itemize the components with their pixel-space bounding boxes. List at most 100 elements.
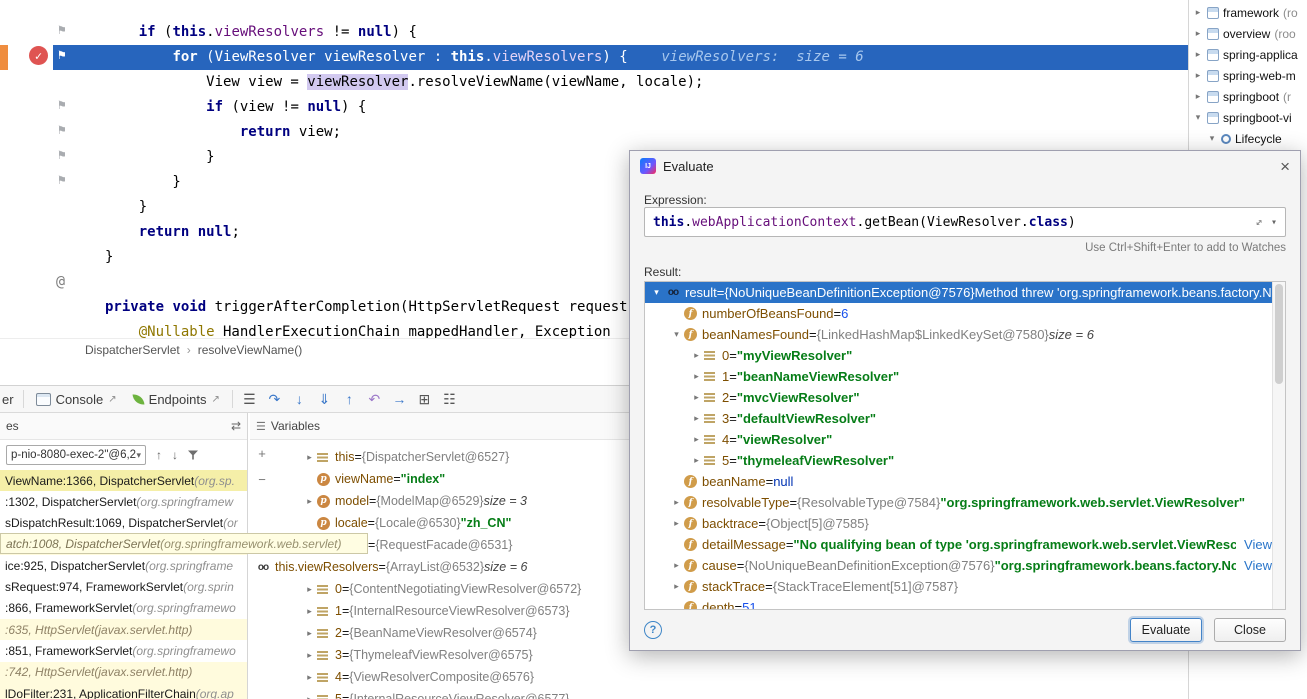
expander-icon[interactable]: ▸ [689,371,704,382]
tab-debugger-cut[interactable]: er [0,392,19,407]
expander-icon[interactable]: ▸ [302,584,317,595]
hide-frames-icon[interactable] [188,450,198,460]
variable-row[interactable]: ▸4 = {ViewResolverComposite@6576} [250,666,1188,688]
frame-row[interactable]: sDispatchResult:1069, DispatcherServlet … [0,513,247,534]
frame-row[interactable]: lDoFilter:231, ApplicationFilterChain (o… [0,683,247,699]
result-row[interactable]: fdetailMessage = "No qualifying bean of … [645,534,1285,555]
code-line[interactable]: if (view != null) { [0,95,1188,120]
step-out-icon[interactable]: ↑ [337,391,362,407]
variable-row[interactable]: ▸5 = {InternalResourceViewResolver@6577} [250,688,1188,699]
expand-expression-icon[interactable]: ↕ [1252,214,1267,229]
force-step-into-icon[interactable]: ⇓ [312,391,337,408]
expander-icon[interactable]: ▸ [689,350,704,361]
chevron-icon[interactable]: ▸ [1193,28,1203,39]
result-row[interactable]: ▾fbeanNamesFound = {LinkedHashMap$Linked… [645,324,1285,345]
view-link[interactable]: View [1244,558,1272,573]
frame-row[interactable]: ice:925, DispatcherServlet (org.springfr… [0,555,247,576]
previous-frame-icon[interactable]: ↑ [156,448,162,462]
project-item[interactable]: ▾Lifecycle [1189,128,1307,149]
dialog-titlebar[interactable]: IJ Evaluate × [630,151,1300,181]
tab-endpoints[interactable]: Endpoints ↗ [125,386,228,412]
code-line[interactable]: for (ViewResolver viewResolver : this.vi… [0,45,1188,70]
code-line[interactable]: return view; [0,120,1188,145]
close-button[interactable]: Close [1214,618,1286,642]
result-row[interactable]: ▾ooresult = {NoUniqueBeanDefinitionExcep… [645,282,1285,303]
project-item[interactable]: ▸spring-applica [1189,44,1307,65]
result-row[interactable]: ▸0 = "myViewResolver" [645,345,1285,366]
expander-icon[interactable]: ▸ [669,581,684,592]
frame-row[interactable]: :635, HttpServlet (javax.servlet.http) [0,619,247,640]
next-frame-icon[interactable]: ↓ [172,448,178,462]
expander-icon[interactable]: ▾ [669,329,684,340]
expander-icon[interactable]: ▸ [302,606,317,617]
frame-row[interactable]: ViewName:1366, DispatcherServlet (org.sp… [0,470,247,491]
frame-row[interactable]: :851, FrameworkServlet (org.springframew… [0,640,247,661]
result-row[interactable]: ▸4 = "viewResolver" [645,429,1285,450]
frame-row[interactable]: :1302, DispatcherServlet (org.springfram… [0,491,247,512]
chevron-icon[interactable]: ▸ [1193,49,1203,60]
threads-view-icon[interactable]: ⇄ [231,419,241,433]
code-token: ) { [341,99,366,115]
expander-icon[interactable]: ▸ [689,434,704,445]
code-line[interactable]: View view = viewResolver.resolveViewName… [0,70,1188,95]
result-scrollbar[interactable] [1272,282,1285,609]
frame-row-expanded-overlay[interactable]: atch:1008, DispatcherServlet (org.spring… [0,533,368,554]
result-row[interactable]: ▸fstackTrace = {StackTraceElement[51]@75… [645,576,1285,597]
result-row[interactable]: ▸2 = "mvcViewResolver" [645,387,1285,408]
chevron-icon[interactable]: ▾ [1193,112,1203,123]
expander-icon[interactable]: ▸ [689,392,704,403]
expander-icon[interactable]: ▸ [302,694,317,699]
project-item[interactable]: ▾springboot-vi [1189,107,1307,128]
result-row[interactable]: ▸fbacktrace = {Object[5]@7585} [645,513,1285,534]
frame-row[interactable]: :742, HttpServlet (javax.servlet.http) [0,662,247,683]
project-item[interactable]: ▸spring-web-m [1189,65,1307,86]
breadcrumb-item[interactable]: DispatcherServlet [85,343,180,357]
result-row[interactable]: ▸fresolvableType = {ResolvableType@7584}… [645,492,1285,513]
breadcrumb-item[interactable]: resolveViewName() [198,343,302,357]
expander-icon[interactable]: ▸ [689,455,704,466]
chevron-icon[interactable]: ▸ [1193,7,1203,18]
frame-row[interactable]: :866, FrameworkServlet (org.springframew… [0,598,247,619]
project-item[interactable]: ▸springboot (r [1189,86,1307,107]
expander-icon[interactable]: ▸ [302,452,317,463]
thread-dropdown[interactable]: p-nio-8080-exec-2"@6,2... ▾ [6,445,146,465]
scrollbar-thumb[interactable] [1275,284,1283,384]
step-over-icon[interactable]: ↷ [262,391,287,408]
expander-icon[interactable]: ▸ [302,650,317,661]
expression-input[interactable]: this.webApplicationContext.getBean(ViewR… [644,207,1286,237]
run-to-cursor-icon[interactable]: → [387,391,412,407]
expander-icon[interactable]: ▸ [689,413,704,424]
expander-icon[interactable]: ▸ [669,518,684,529]
result-row[interactable]: ▸1 = "beanNameViewResolver" [645,366,1285,387]
expander-icon[interactable]: ▸ [302,496,317,507]
expander-icon[interactable]: ▸ [669,497,684,508]
project-item[interactable]: ▸overview (roo [1189,23,1307,44]
chevron-icon[interactable]: ▸ [1193,70,1203,81]
menu-icon[interactable]: ☰ [237,391,262,408]
step-into-icon[interactable]: ↓ [287,391,312,407]
evaluate-button[interactable]: Evaluate [1130,618,1202,642]
expander-icon[interactable]: ▾ [649,287,664,298]
result-row[interactable]: ▸fcause = {NoUniqueBeanDefinitionExcepti… [645,555,1285,576]
result-row[interactable]: fnumberOfBeansFound = 6 [645,303,1285,324]
help-icon[interactable]: ? [644,621,662,639]
chevron-icon[interactable]: ▾ [1207,133,1217,144]
drop-frame-icon[interactable]: ↶ [362,391,387,408]
code-line[interactable]: if (this.viewResolvers != null) { [0,20,1188,45]
result-row[interactable]: ▸3 = "defaultViewResolver" [645,408,1285,429]
expander-icon[interactable]: ▸ [302,672,317,683]
view-options-icon[interactable]: ☷ [437,391,462,408]
result-row[interactable]: fbeanName = null [645,471,1285,492]
frame-row[interactable]: sRequest:974, FrameworkServlet (org.spri… [0,576,247,597]
expression-history-icon[interactable]: ▾ [1271,217,1277,228]
project-item[interactable]: ▸framework (ro [1189,2,1307,23]
result-row[interactable]: ▸5 = "thymeleafViewResolver" [645,450,1285,471]
expander-icon[interactable]: ▸ [669,560,684,571]
restore-layout-icon[interactable]: ⊞ [412,391,437,408]
expander-icon[interactable]: ▸ [302,628,317,639]
chevron-icon[interactable]: ▸ [1193,91,1203,102]
close-icon[interactable]: × [1280,158,1290,175]
view-link[interactable]: View [1244,537,1272,552]
result-row[interactable]: fdepth = 51 [645,597,1285,610]
tab-console[interactable]: Console ↗ [28,386,125,412]
